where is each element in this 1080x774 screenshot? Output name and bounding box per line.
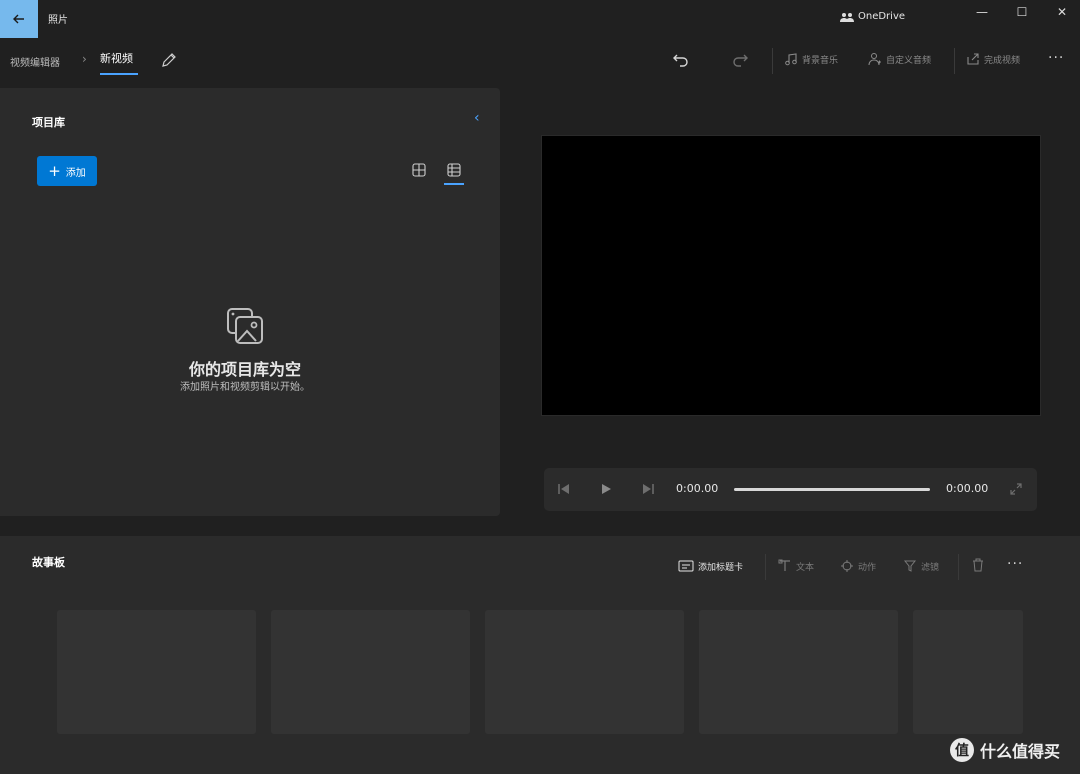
empty-library-subtitle: 添加照片和视频剪辑以开始。 — [180, 382, 310, 393]
watermark-logo: 值 — [950, 738, 974, 762]
finish-video-label: 完成视频 — [984, 55, 1021, 66]
play-icon[interactable] — [598, 481, 614, 497]
current-time: 0:00.00 — [676, 482, 719, 495]
storyboard-title: 故事板 — [32, 556, 65, 569]
next-frame-icon[interactable] — [640, 481, 656, 497]
command-bar: 视频编辑器 › 新视频 背景音乐 自定义音频 完成视频 ··· — [0, 38, 1080, 88]
onedrive-status[interactable]: OneDrive — [840, 11, 905, 22]
storyboard-separator — [958, 554, 959, 580]
trash-icon[interactable] — [971, 557, 985, 573]
filters-button[interactable]: 滤镜 — [903, 559, 939, 573]
list-view-icon[interactable] — [445, 161, 463, 179]
toolbar-separator — [772, 48, 773, 74]
add-title-card-label: 添加标题卡 — [698, 562, 744, 573]
storyboard-slot[interactable] — [699, 610, 898, 734]
total-time: 0:00.00 — [946, 482, 989, 495]
storyboard-slot[interactable] — [485, 610, 684, 734]
onedrive-label: OneDrive — [858, 11, 906, 22]
export-icon — [967, 53, 979, 65]
storyboard-separator — [765, 554, 766, 580]
library-title: 项目库 — [32, 116, 65, 129]
text-label: 文本 — [796, 562, 815, 573]
grid-view-icon[interactable] — [410, 161, 428, 179]
motion-button[interactable]: 动作 — [840, 559, 876, 573]
video-preview[interactable] — [541, 135, 1041, 416]
title-card-icon — [678, 560, 694, 572]
motion-label: 动作 — [858, 562, 877, 573]
motion-icon — [841, 560, 853, 572]
audio-people-icon — [868, 53, 881, 66]
add-button[interactable]: + 添加 — [37, 156, 97, 186]
filter-icon — [903, 560, 917, 572]
playback-controls: 0:00.00 0:00.00 — [544, 468, 1037, 511]
redo-icon[interactable] — [731, 51, 749, 69]
custom-audio-button[interactable]: 自定义音频 — [868, 52, 931, 66]
people-icon — [840, 12, 854, 22]
breadcrumb-underline — [100, 73, 138, 75]
minimize-button[interactable]: — — [962, 0, 1002, 24]
title-bar: 照片 OneDrive — ☐ ✕ — [0, 0, 1080, 38]
storyboard-slot[interactable] — [913, 610, 1023, 734]
storyboard-slot[interactable] — [57, 610, 256, 734]
storyboard-more-button[interactable]: ··· — [1007, 556, 1023, 572]
add-title-card-button[interactable]: 添加标题卡 — [678, 559, 743, 573]
project-library-panel: 项目库 ‹ + 添加 你的项目库为空 添加照片和视频剪辑以开始。 — [0, 88, 500, 516]
maximize-button[interactable]: ☐ — [1002, 0, 1042, 24]
breadcrumb-root[interactable]: 视频编辑器 — [10, 54, 60, 69]
storyboard-slot[interactable] — [271, 610, 470, 734]
previous-frame-icon[interactable] — [556, 481, 572, 497]
pencil-icon[interactable] — [160, 51, 178, 69]
app-title: 照片 — [48, 15, 68, 26]
toolbar-separator — [954, 48, 955, 74]
text-icon — [778, 559, 790, 571]
text-button[interactable]: 文本 — [778, 559, 814, 573]
add-label: 添加 — [65, 167, 86, 179]
undo-icon[interactable] — [672, 51, 690, 69]
view-selected-underline — [444, 183, 464, 185]
breadcrumb-current: 新视频 — [100, 52, 133, 65]
arrow-left-icon — [13, 14, 24, 24]
filters-label: 滤镜 — [921, 562, 940, 573]
collapse-chevron-icon[interactable]: ‹ — [474, 110, 480, 126]
storyboard-panel: 故事板 添加标题卡 文本 动作 滤镜 ··· — [0, 536, 1080, 774]
custom-audio-label: 自定义音频 — [886, 55, 932, 66]
background-music-label: 背景音乐 — [802, 55, 839, 66]
fullscreen-icon[interactable] — [1008, 481, 1024, 497]
plus-icon: + — [48, 161, 61, 180]
toolbar-more-button[interactable]: ··· — [1048, 50, 1064, 66]
finish-video-button[interactable]: 完成视频 — [966, 52, 1020, 66]
seek-slider[interactable] — [734, 488, 930, 491]
music-note-icon — [785, 53, 797, 66]
watermark-text: 什么值得买 — [980, 742, 1061, 761]
background-music-button[interactable]: 背景音乐 — [784, 52, 838, 66]
back-button[interactable] — [0, 0, 38, 38]
media-gallery-icon — [227, 308, 263, 344]
breadcrumb-separator: › — [82, 52, 87, 66]
close-button[interactable]: ✕ — [1042, 0, 1080, 24]
watermark: 值 什么值得买 — [950, 738, 1060, 762]
empty-library-title: 你的项目库为空 — [188, 360, 301, 379]
